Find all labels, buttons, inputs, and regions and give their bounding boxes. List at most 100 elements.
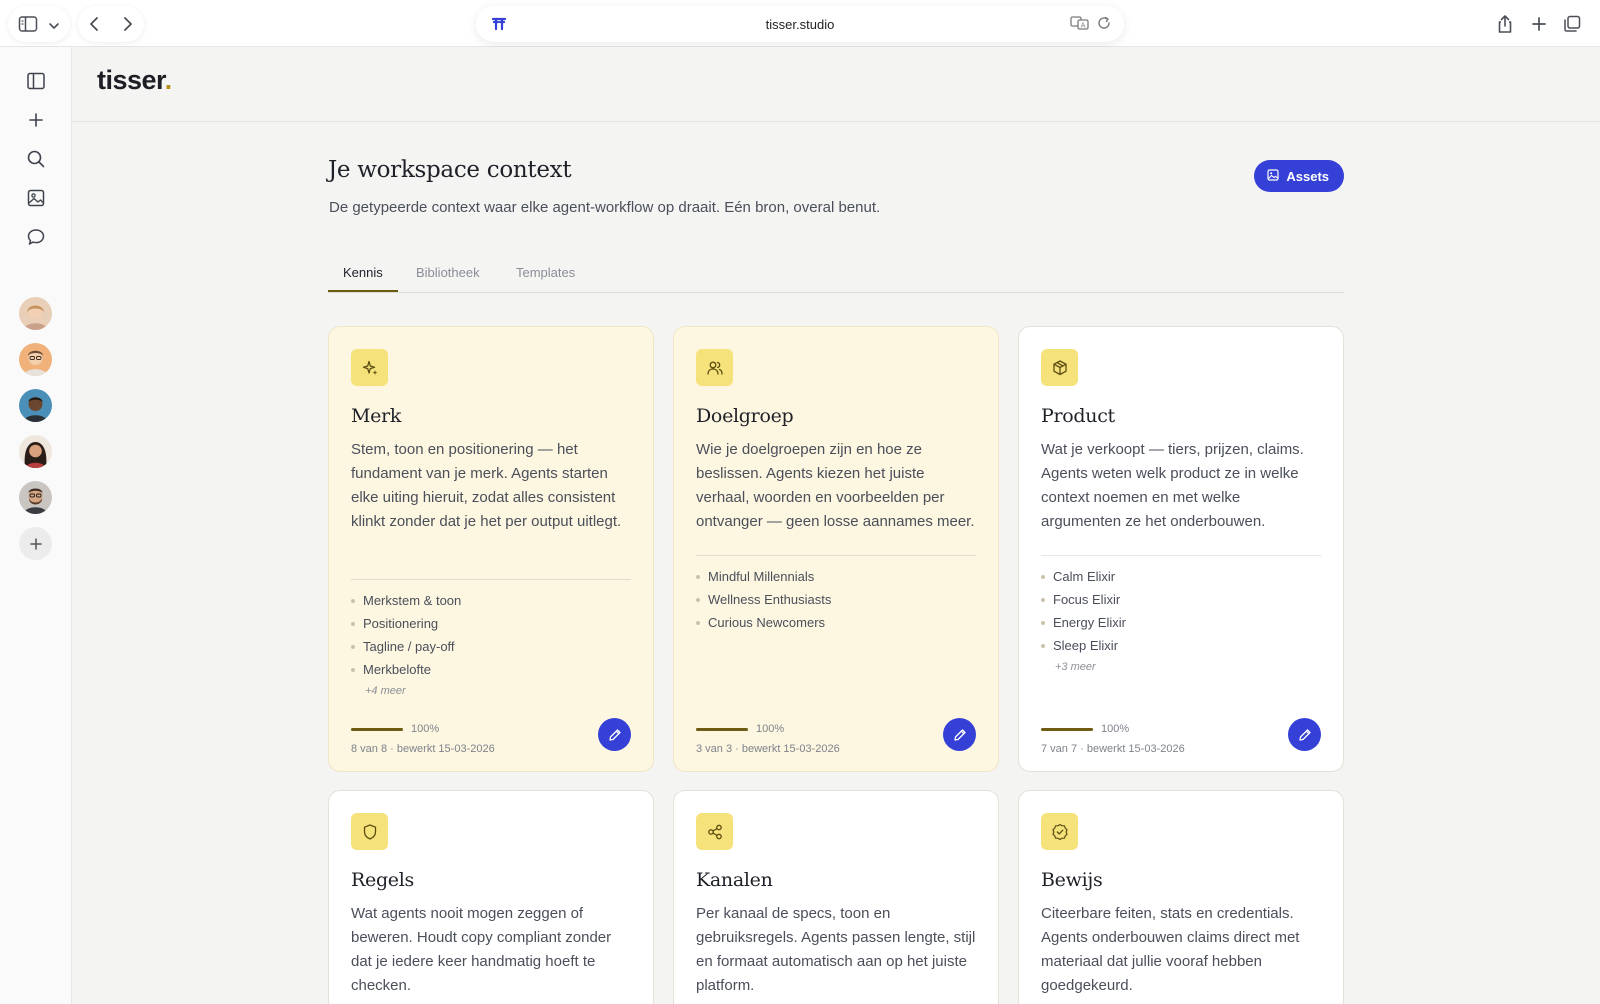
chevron-down-icon[interactable] [48,18,60,36]
plus-icon[interactable] [22,106,50,134]
edit-button[interactable] [943,718,976,751]
card-meta: 8 van 8 · bewerkt 15-03-2026 [351,743,495,755]
address-bar[interactable]: tisser.studio A [476,6,1124,42]
card-kanalen[interactable]: Kanalen Per kanaal de specs, toon en geb… [673,790,999,1004]
card-title: Kanalen [696,869,773,891]
active-tab-indicator [328,290,398,292]
assets-button-label: Assets [1286,168,1329,184]
progress-fill [351,727,403,731]
edit-button[interactable] [598,718,631,751]
card-item-list: Mindful Millennials Wellness Enthusiasts… [696,567,831,636]
tab-bibliotheek[interactable]: Bibliotheek [416,265,480,280]
logo-dot: . [164,65,173,95]
add-member-button[interactable] [19,527,52,560]
list-item: Curious Newcomers [696,613,831,636]
avatar[interactable] [19,435,52,468]
sidebar-panel-icon[interactable] [22,67,50,95]
page-title: Je workspace context [328,157,572,183]
card-bewijs[interactable]: Bewijs Citeerbare feiten, stats en crede… [1018,790,1344,1004]
users-icon [696,349,733,386]
avatar[interactable] [19,481,52,514]
sidebar-toggle-icon[interactable] [18,15,38,38]
card-divider [696,555,976,556]
progress-bar [696,727,748,731]
tab-bar: Kennis Bibliotheek Templates [328,253,1344,293]
new-tab-icon[interactable] [1528,8,1550,40]
list-item: Wellness Enthusiasts [696,590,831,613]
progress-bar [1041,727,1093,731]
image-icon[interactable] [22,184,50,212]
card-meta: 7 van 7 · bewerkt 15-03-2026 [1041,743,1185,755]
history-nav-group [78,6,144,42]
card-description: Wat agents nooit mogen zeggen of beweren… [351,905,612,994]
pencil-icon [1298,728,1311,741]
card-doelgroep[interactable]: Doelgroep Wie je doelgroepen zijn en hoe… [673,326,999,772]
back-icon[interactable] [88,16,102,37]
tab-kennis[interactable]: Kennis [343,265,383,280]
completion-progress: 100% [351,723,439,735]
card-regels[interactable]: Regels Wat agents nooit mogen zeggen of … [328,790,654,1004]
list-item: Calm Elixir [1041,567,1126,590]
sidebar-toggle-group[interactable] [8,6,70,42]
main-content: Je workspace context De getypeerde conte… [328,122,1344,1004]
more-items-link[interactable]: +3 meer [1055,661,1096,673]
card-description: Stem, toon en positionering — het fundam… [351,441,622,530]
card-title: Doelgroep [696,405,794,427]
list-item: Tagline / pay-off [351,637,461,660]
card-description: Wie je doelgroepen zijn en hoe ze beslis… [696,441,975,530]
image-icon [1267,168,1279,184]
progress-label: 100% [756,723,785,735]
edit-button[interactable] [1288,718,1321,751]
page-subtitle: De getypeerde context waar elke agent-wo… [329,199,881,216]
list-item: Focus Elixir [1041,590,1126,613]
progress-bar [351,727,403,731]
completion-progress: 100% [696,723,784,735]
card-product[interactable]: Product Wat je verkoopt — tiers, prijzen… [1018,326,1344,772]
card-meta: 3 van 3 · bewerkt 15-03-2026 [696,743,840,755]
progress-label: 100% [411,723,440,735]
more-items-link[interactable]: +4 meer [365,685,406,697]
url-text: tisser.studio [765,16,835,32]
assets-button[interactable]: Assets [1254,160,1344,192]
card-title: Regels [351,869,414,891]
share-icon[interactable] [1494,8,1516,40]
sparkle-icon [351,349,388,386]
list-item: Merkbelofte [351,660,461,683]
completion-progress: 100% [1041,723,1129,735]
avatar[interactable] [19,389,52,422]
pencil-icon [953,728,966,741]
card-title: Bewijs [1041,869,1103,891]
badge-check-icon [1041,813,1078,850]
svg-text:A: A [1081,22,1086,30]
reload-icon[interactable] [1096,15,1112,34]
share-icon [696,813,733,850]
list-item: Sleep Elixir [1041,636,1126,659]
card-merk[interactable]: Merk Stem, toon en positionering — het f… [328,326,654,772]
avatar[interactable] [19,343,52,376]
left-rail [0,47,72,1004]
search-icon[interactable] [22,145,50,173]
card-title: Product [1041,405,1115,427]
progress-fill [1041,727,1093,731]
chat-icon[interactable] [22,223,50,251]
card-description: Per kanaal de specs, toon en gebruiksreg… [696,905,976,994]
list-item: Energy Elixir [1041,613,1126,636]
progress-fill [696,727,748,731]
list-item: Merkstem & toon [351,591,461,614]
card-divider [351,579,631,580]
tab-overview-icon[interactable] [1561,8,1583,40]
card-divider [1041,555,1321,556]
shield-icon [351,813,388,850]
pencil-icon [608,728,621,741]
progress-label: 100% [1101,723,1130,735]
avatar[interactable] [19,297,52,330]
card-description: Citeerbare feiten, stats en credentials.… [1041,905,1300,994]
site-favicon-icon [490,15,508,33]
logo[interactable]: tisser. [97,65,172,96]
card-title: Merk [351,405,402,427]
tab-templates[interactable]: Templates [516,265,575,280]
forward-icon[interactable] [120,16,134,37]
list-item: Mindful Millennials [696,567,831,590]
translate-icon[interactable]: A [1070,15,1090,34]
list-item: Positionering [351,614,461,637]
